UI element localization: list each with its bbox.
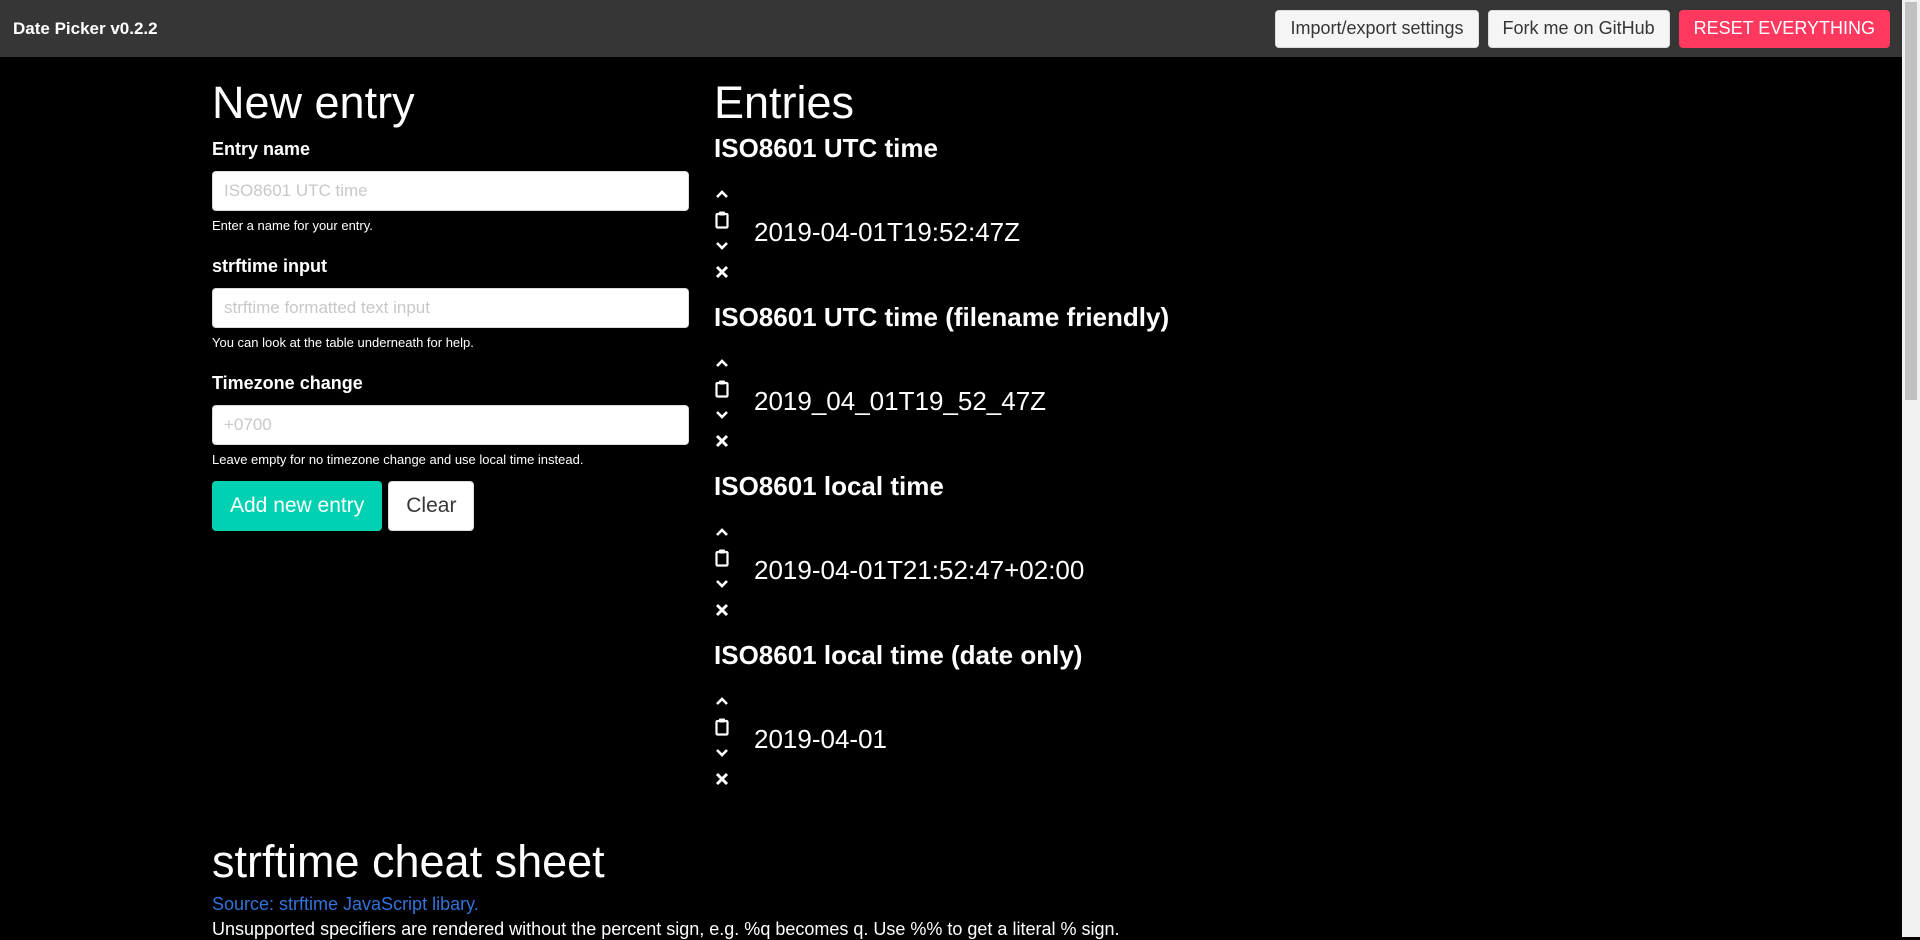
form-buttons: Add new entry Clear — [212, 481, 689, 531]
chevron-up-icon — [715, 189, 729, 199]
clipboard-icon — [715, 718, 729, 736]
entry-name: ISO8601 UTC time — [714, 133, 938, 163]
entry-value[interactable]: 2019-04-01 — [754, 724, 887, 755]
entry-body: 2019-04-01T21:52:47+02:00 — [714, 503, 1474, 638]
entries-list: ISO8601 UTC time 2019-04-01T19:52:47Z ISO8… — [714, 131, 1474, 807]
close-icon — [715, 603, 729, 617]
chevron-up-icon — [715, 696, 729, 706]
delete-button[interactable] — [714, 769, 730, 789]
entry-controls — [714, 691, 754, 789]
delete-button[interactable] — [714, 262, 730, 282]
entry-controls — [714, 184, 754, 282]
new-entry-form: New entry Entry name Enter a name for yo… — [212, 75, 689, 531]
delete-button[interactable] — [714, 431, 730, 451]
chevron-up-icon — [715, 527, 729, 537]
move-down-button[interactable] — [714, 743, 730, 763]
add-entry-button[interactable]: Add new entry — [212, 481, 383, 531]
entry-body: 2019_04_01T19_52_47Z — [714, 334, 1474, 469]
entry-item: ISO8601 UTC time (filename friendly) 2019… — [714, 300, 1474, 469]
reset-button[interactable]: RESET EVERYTHING — [1678, 9, 1890, 48]
navbar-actions: Import/export settings Fork me on GitHub… — [1275, 9, 1890, 48]
entry-name: ISO8601 UTC time (filename friendly) — [714, 302, 1170, 332]
entry-body: 2019-04-01 — [714, 672, 1474, 807]
move-up-button[interactable] — [714, 522, 730, 542]
timezone-input[interactable] — [212, 405, 689, 445]
entry-name-input[interactable] — [212, 171, 689, 211]
clear-button[interactable]: Clear — [388, 481, 475, 531]
chevron-down-icon — [715, 241, 729, 251]
clipboard-icon — [715, 549, 729, 567]
clipboard-icon — [715, 211, 729, 229]
timezone-label: Timezone change — [212, 373, 363, 393]
entry-name-label: Entry name — [212, 139, 311, 159]
entry-name-help: Enter a name for your entry. — [212, 218, 373, 233]
close-icon — [715, 434, 729, 448]
entry-item: ISO8601 local time (date only) 2019-04-01 — [714, 638, 1474, 807]
chevron-up-icon — [715, 358, 729, 368]
source-link[interactable]: Source: strftime JavaScript libary. — [212, 894, 1312, 915]
chevron-down-icon — [715, 410, 729, 420]
entry-value[interactable]: 2019-04-01T21:52:47+02:00 — [754, 555, 1084, 586]
entry-item: ISO8601 local time 2019-04-01T21:52:47+02… — [714, 469, 1474, 638]
strftime-help: You can look at the table underneath for… — [212, 335, 474, 350]
copy-button[interactable] — [714, 548, 730, 568]
copy-button[interactable] — [714, 717, 730, 737]
close-icon — [715, 265, 729, 279]
cheat-sheet-title: strftime cheat sheet — [212, 836, 605, 887]
move-up-button[interactable] — [714, 691, 730, 711]
entry-controls — [714, 522, 754, 620]
entry-body: 2019-04-01T19:52:47Z — [714, 165, 1474, 300]
entries-panel: Entries ISO8601 UTC time 2019-04-01T19:52… — [714, 75, 1474, 807]
close-icon — [715, 772, 729, 786]
entry-controls — [714, 353, 754, 451]
entry-value[interactable]: 2019_04_01T19_52_47Z — [754, 386, 1046, 417]
scrollbar-thumb[interactable] — [1905, 2, 1917, 400]
cheat-sheet: strftime cheat sheet Source: strftime Ja… — [212, 834, 1312, 940]
entry-name: ISO8601 local time (date only) — [714, 640, 1083, 670]
copy-button[interactable] — [714, 210, 730, 230]
clipboard-icon — [715, 380, 729, 398]
new-entry-title: New entry — [212, 77, 415, 128]
chevron-down-icon — [715, 579, 729, 589]
import-export-button[interactable]: Import/export settings — [1275, 9, 1479, 48]
chevron-down-icon — [715, 748, 729, 758]
move-up-button[interactable] — [714, 353, 730, 373]
entry-value[interactable]: 2019-04-01T19:52:47Z — [754, 217, 1020, 248]
top-navbar: Date Picker v0.2.2 Import/export setting… — [0, 0, 1902, 57]
app-brand[interactable]: Date Picker v0.2.2 — [13, 19, 158, 39]
strftime-input[interactable] — [212, 288, 689, 328]
copy-button[interactable] — [714, 379, 730, 399]
move-down-button[interactable] — [714, 236, 730, 256]
delete-button[interactable] — [714, 600, 730, 620]
strftime-label: strftime input — [212, 256, 327, 276]
entry-name: ISO8601 local time — [714, 471, 944, 501]
entry-item: ISO8601 UTC time 2019-04-01T19:52:47Z — [714, 131, 1474, 300]
page-scrollbar[interactable] — [1902, 0, 1920, 937]
timezone-help: Leave empty for no timezone change and u… — [212, 452, 584, 467]
github-button[interactable]: Fork me on GitHub — [1487, 9, 1670, 48]
entries-title: Entries — [714, 77, 855, 128]
move-down-button[interactable] — [714, 574, 730, 594]
move-down-button[interactable] — [714, 405, 730, 425]
move-up-button[interactable] — [714, 184, 730, 204]
